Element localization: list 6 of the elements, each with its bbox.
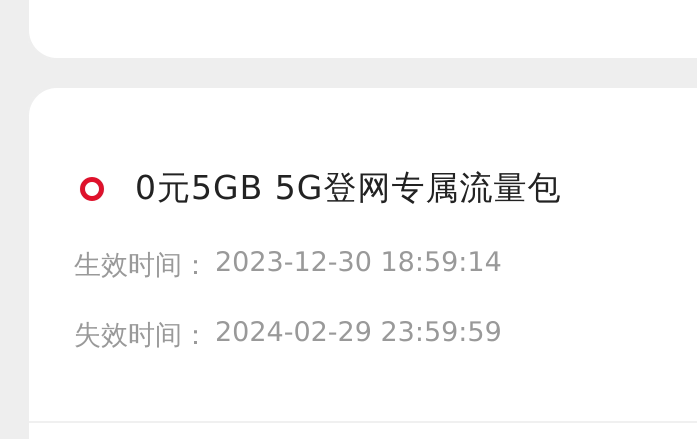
package-title: 0元5GB 5G登网专属流量包 [135, 167, 562, 209]
field-label: 失效时间： [74, 319, 209, 353]
field-value: 2023-12-30 18:59:14 [215, 247, 502, 280]
field-label: 生效时间： [74, 249, 209, 283]
ring-icon [79, 176, 105, 202]
field-value: 2024-02-29 23:59:59 [215, 317, 502, 350]
